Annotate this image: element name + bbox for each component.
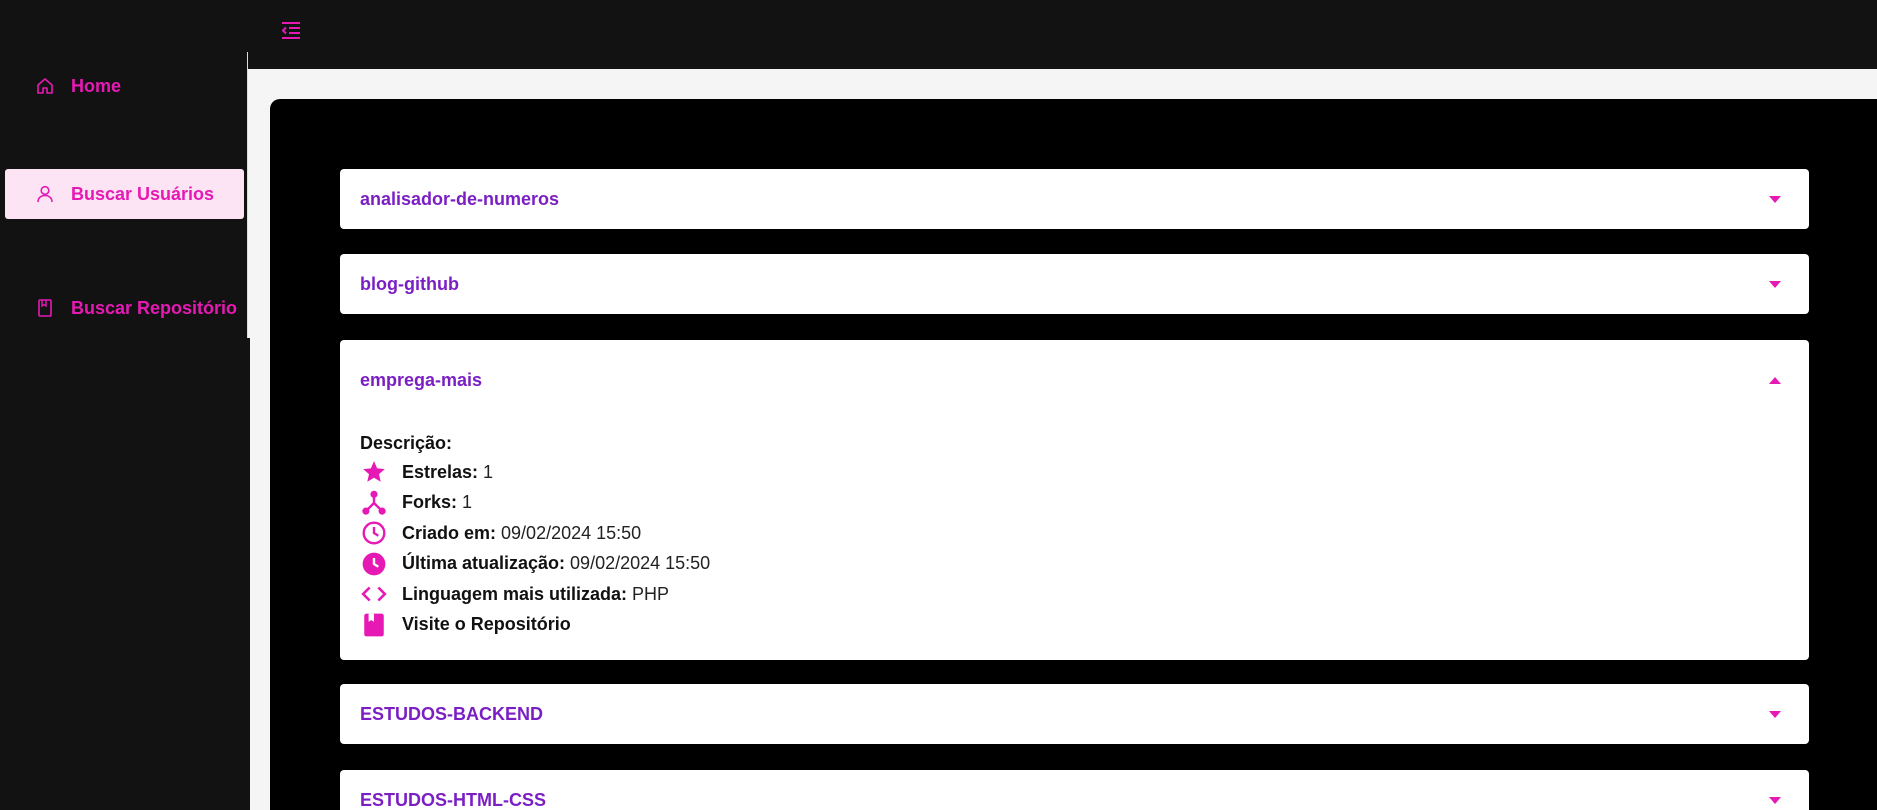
- repo-name: emprega-mais: [360, 369, 483, 390]
- created-value: 09/02/2024 15:50: [501, 522, 642, 543]
- sidebar-item-buscar-usuarios[interactable]: Buscar Usuários: [5, 169, 244, 219]
- updated-row: Última atualização: 09/02/2024 15:50: [360, 549, 1789, 580]
- visit-row: Visite o Repositório: [360, 610, 1789, 641]
- repo-accordion-header[interactable]: blog-github: [340, 254, 1809, 314]
- forks-value: 1: [462, 492, 473, 513]
- fork-icon: [360, 489, 388, 517]
- home-icon: [35, 76, 55, 96]
- chevron-down-icon: [1769, 280, 1781, 288]
- repo-accordion: analisador-de-numeros: [340, 169, 1809, 229]
- sidebar-item-buscar-repositorio[interactable]: Buscar Repositório: [5, 283, 244, 333]
- forks-row: Forks: 1: [360, 488, 1789, 519]
- star-icon: [360, 458, 388, 486]
- repo-name: blog-github: [360, 273, 459, 294]
- chevron-down-icon: [1769, 796, 1781, 804]
- code-icon: [360, 580, 388, 608]
- forks-label: Forks:: [402, 492, 458, 513]
- book-icon: [35, 298, 55, 318]
- repo-accordion-header[interactable]: emprega-mais: [340, 340, 1809, 420]
- chevron-up-icon: [1769, 376, 1781, 384]
- stars-value: 1: [483, 461, 494, 482]
- repo-accordion-expanded: emprega-mais Descrição: Estrelas: 1 Fork…: [340, 340, 1809, 660]
- repo-accordion-header[interactable]: ESTUDOS-BACKEND: [340, 684, 1809, 744]
- repo-name: ESTUDOS-BACKEND: [360, 703, 544, 724]
- stars-row: Estrelas: 1: [360, 457, 1789, 488]
- clock-filled-icon: [360, 550, 388, 578]
- repo-accordion: blog-github: [340, 254, 1809, 314]
- book-filled-icon: [360, 611, 388, 639]
- sidebar-lower: [0, 338, 250, 810]
- sidebar-item-home[interactable]: Home: [5, 61, 244, 111]
- repo-name: ESTUDOS-HTML-CSS: [360, 789, 546, 810]
- repo-name: analisador-de-numeros: [360, 188, 560, 209]
- user-icon: [35, 184, 55, 204]
- repo-details: Descrição: Estrelas: 1 Forks: 1 Criado e…: [340, 420, 1809, 660]
- language-label: Linguagem mais utilizada:: [402, 583, 628, 604]
- top-app-bar: [0, 0, 1877, 69]
- sidebar-item-label: Buscar Repositório: [71, 297, 238, 318]
- language-value: PHP: [632, 583, 670, 604]
- menu-collapse-icon[interactable]: [276, 18, 304, 42]
- repo-accordion-header[interactable]: ESTUDOS-HTML-CSS: [340, 770, 1809, 810]
- created-label: Criado em:: [402, 522, 497, 543]
- sidebar-item-label: Home: [71, 75, 122, 96]
- sidebar-item-label: Buscar Usuários: [71, 183, 215, 204]
- description-label: Descrição:: [360, 433, 453, 453]
- stars-label: Estrelas:: [402, 461, 479, 482]
- visit-repository-link[interactable]: Visite o Repositório: [402, 614, 571, 635]
- chevron-down-icon: [1769, 710, 1781, 718]
- repo-accordion: ESTUDOS-HTML-CSS: [340, 770, 1809, 810]
- repo-accordion-header[interactable]: analisador-de-numeros: [340, 169, 1809, 229]
- repo-accordion: ESTUDOS-BACKEND: [340, 684, 1809, 744]
- created-row: Criado em: 09/02/2024 15:50: [360, 518, 1789, 549]
- chevron-down-icon: [1769, 195, 1781, 203]
- language-row: Linguagem mais utilizada: PHP: [360, 579, 1789, 610]
- updated-value: 09/02/2024 15:50: [570, 553, 711, 574]
- clock-outline-icon: [360, 519, 388, 547]
- updated-label: Última atualização:: [402, 553, 566, 574]
